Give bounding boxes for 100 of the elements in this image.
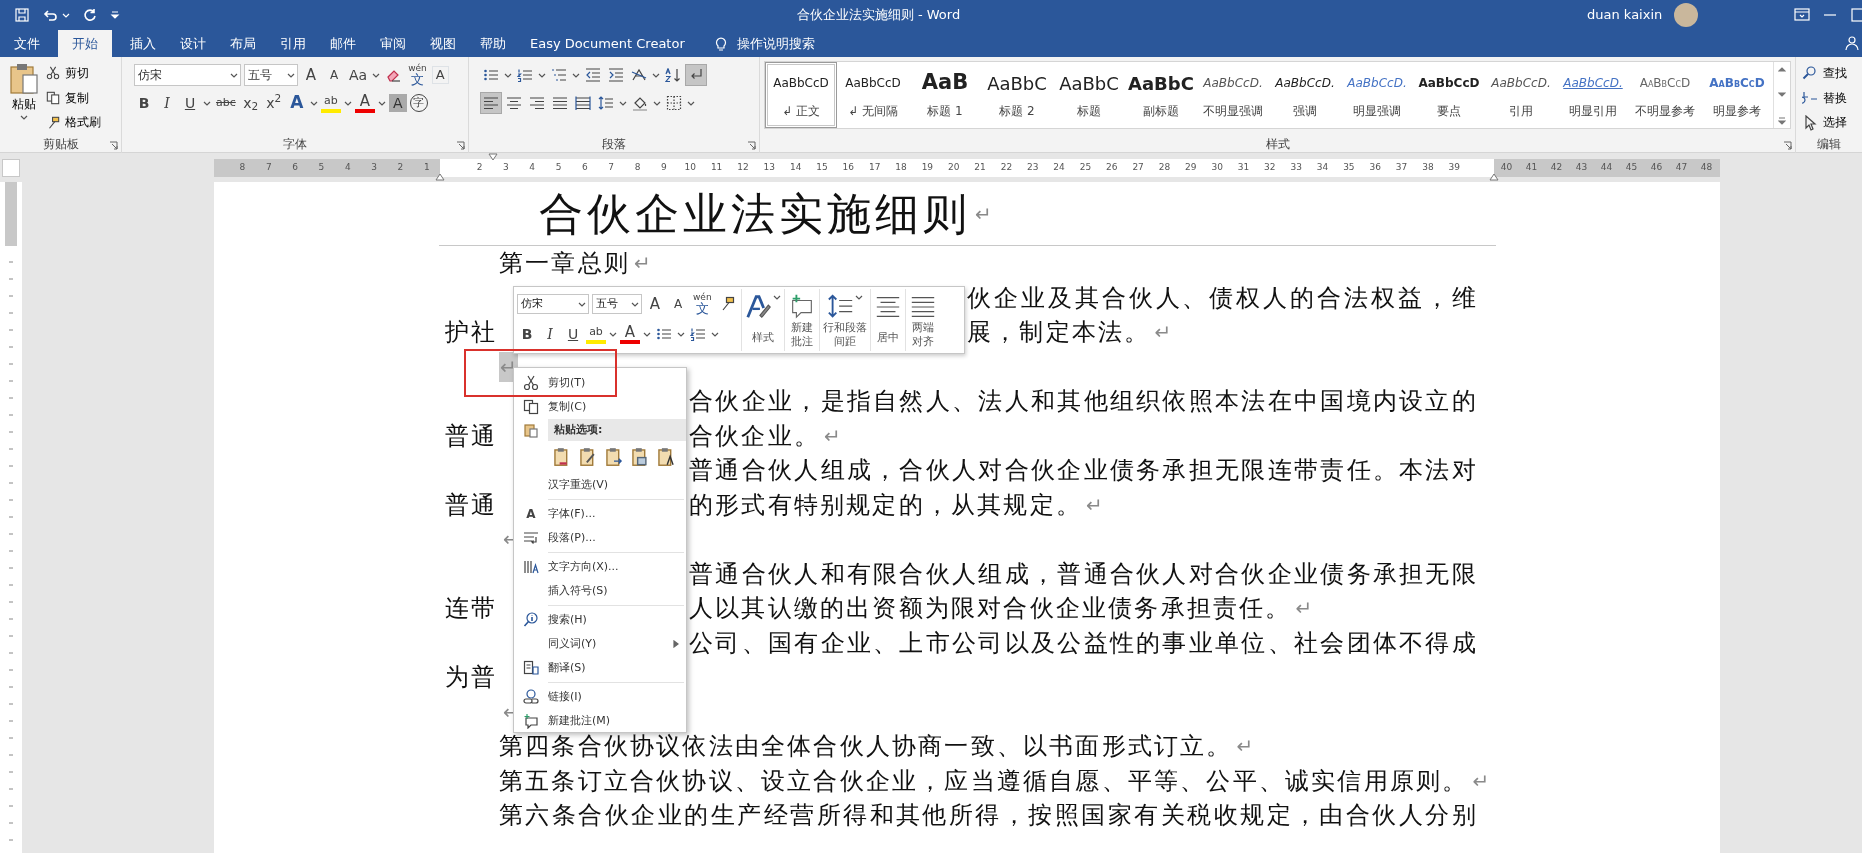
asian-layout-icon[interactable]	[631, 67, 647, 83]
superscript-button[interactable]: x$^{2}$	[263, 92, 284, 114]
style-option[interactable]: AaBbCcD. 不明显强调	[1197, 62, 1269, 128]
ribbon-display-icon[interactable]	[1794, 7, 1810, 23]
character-border-button[interactable]: A	[431, 66, 449, 84]
paste-button[interactable]: 粘贴	[4, 61, 44, 135]
menu-item[interactable]: 搜索(H)	[514, 608, 686, 632]
caret-icon[interactable]	[504, 71, 512, 79]
gallery-more-icon[interactable]	[1777, 117, 1786, 125]
caret-icon[interactable]	[372, 71, 381, 79]
increase-indent-icon[interactable]	[608, 67, 624, 83]
cut-button[interactable]: 剪切	[44, 65, 103, 82]
caret-icon[interactable]	[677, 330, 685, 338]
bold-button[interactable]: B	[517, 323, 537, 345]
center-button[interactable]: 居中	[869, 289, 905, 351]
caret-icon[interactable]	[687, 99, 695, 107]
format-painter-button[interactable]: 格式刷	[44, 114, 103, 131]
caret-icon[interactable]	[572, 71, 580, 79]
save-icon[interactable]	[14, 7, 30, 23]
caret-icon[interactable]	[609, 330, 617, 338]
ribbon-tab[interactable]: 布局	[218, 30, 268, 57]
bold-button[interactable]: B	[134, 92, 154, 114]
scroll-down-icon[interactable]	[1777, 91, 1786, 99]
launcher-icon[interactable]	[1783, 141, 1792, 150]
style-option[interactable]: AaBbCcD. 明显引用	[1557, 62, 1629, 128]
menu-item[interactable]: 段落(P)...	[514, 526, 686, 550]
ribbon-tab[interactable]: 设计	[168, 30, 218, 57]
ribbon-tab[interactable]: 插入	[118, 30, 168, 57]
shrink-font-button[interactable]: A	[668, 293, 688, 315]
replace-button[interactable]: 替换	[1800, 89, 1849, 107]
style-option[interactable]: AaBbCcD ↲ 正文	[765, 62, 837, 128]
avatar[interactable]	[1674, 3, 1699, 27]
font-name-field[interactable]: 仿宋	[517, 294, 589, 314]
menu-item[interactable]: 链接(I)	[514, 685, 686, 709]
paint-bucket-icon[interactable]	[632, 95, 648, 111]
grow-font-button[interactable]: A	[645, 293, 665, 315]
numbered-list-icon[interactable]	[690, 326, 706, 342]
style-option[interactable]: AaBbCcD 不明显参考	[1629, 62, 1701, 128]
text-effects-button[interactable]: A	[286, 92, 307, 114]
shrink-font-button[interactable]: A	[324, 64, 344, 86]
style-option[interactable]: AaB 标题 1	[909, 62, 981, 128]
style-option[interactable]: AaBbCcD 明显参考	[1701, 62, 1773, 128]
font-size-field[interactable]: 五号	[592, 294, 642, 314]
copy-button[interactable]: 复制	[44, 89, 103, 107]
undo-icon[interactable]	[42, 7, 58, 23]
strikethrough-button[interactable]: abc	[214, 92, 238, 114]
style-option[interactable]: AaBbCcD. 明显强调	[1341, 62, 1413, 128]
justify-icon[interactable]	[552, 95, 568, 111]
launcher-icon[interactable]	[456, 141, 465, 150]
ribbon-tab[interactable]: 视图	[418, 30, 468, 57]
style-option[interactable]: AaBbC 标题	[1053, 62, 1125, 128]
italic-button[interactable]: I	[157, 92, 177, 114]
highlight-button[interactable]: ab	[586, 324, 606, 344]
font-size-field[interactable]: 五号	[244, 64, 298, 86]
paste-link-icon[interactable]	[604, 447, 624, 467]
scroll-up-icon[interactable]	[1777, 65, 1786, 73]
caret-icon[interactable]	[711, 330, 719, 338]
bullet-list-icon[interactable]	[483, 67, 499, 83]
launcher-icon[interactable]	[109, 141, 118, 150]
distributed-icon[interactable]	[575, 95, 591, 111]
align-right-icon[interactable]	[529, 95, 545, 111]
menu-item[interactable]: 同义词(Y)	[514, 632, 686, 656]
bullet-list-icon[interactable]	[656, 326, 672, 342]
borders-icon[interactable]	[666, 95, 682, 111]
comment-button[interactable]: 新建批注	[783, 289, 819, 351]
menu-item[interactable]: 新建批注(M)	[514, 709, 686, 733]
align-center-icon[interactable]	[506, 95, 522, 111]
ribbon-tab[interactable]: 邮件	[318, 30, 368, 57]
caret-icon[interactable]	[377, 99, 386, 107]
style-option[interactable]: AaBbCcD ↲ 无间隔	[837, 62, 909, 128]
change-case-button[interactable]: Aa	[347, 64, 370, 86]
menu-item[interactable]: 插入符号(S)	[514, 579, 686, 603]
line-spacing-icon[interactable]	[598, 95, 614, 111]
maximize-icon[interactable]	[1850, 7, 1862, 23]
justify-button[interactable]: 两端对齐	[904, 289, 940, 351]
ribbon-tab[interactable]: 帮助	[468, 30, 518, 57]
phonetic-guide-button[interactable]: wén 文	[691, 293, 714, 315]
font-color-button[interactable]: A	[354, 93, 375, 113]
underline-button[interactable]: U	[563, 323, 583, 345]
phonetic-guide-button[interactable]: wén 文	[406, 64, 429, 86]
caret-icon[interactable]	[309, 99, 318, 107]
caret-icon[interactable]	[652, 71, 660, 79]
ribbon-tab[interactable]: 引用	[268, 30, 318, 57]
select-button[interactable]: 选择	[1800, 113, 1849, 132]
find-button[interactable]: 查找	[1800, 64, 1849, 83]
style-option[interactable]: AaBbC 副标题	[1125, 62, 1197, 128]
caret-icon[interactable]	[203, 99, 211, 107]
italic-button[interactable]: I	[540, 323, 560, 345]
caret-icon[interactable]	[643, 330, 651, 338]
paste-picture-icon[interactable]	[630, 447, 650, 467]
paste-text-only-icon[interactable]	[656, 447, 676, 467]
launcher-icon[interactable]	[747, 141, 756, 150]
font-name-field[interactable]: 仿宋	[134, 64, 241, 86]
menu-item[interactable]: 复制(C)	[514, 395, 686, 419]
caret-icon[interactable]	[343, 99, 352, 107]
caret-icon[interactable]	[619, 99, 627, 107]
sort-icon[interactable]	[665, 67, 681, 83]
tell-me-search[interactable]: 操作说明搜索	[736, 30, 815, 57]
style-option[interactable]: AaBbCcD. 强调	[1269, 62, 1341, 128]
subscript-button[interactable]: x$_{2}$	[240, 92, 261, 114]
